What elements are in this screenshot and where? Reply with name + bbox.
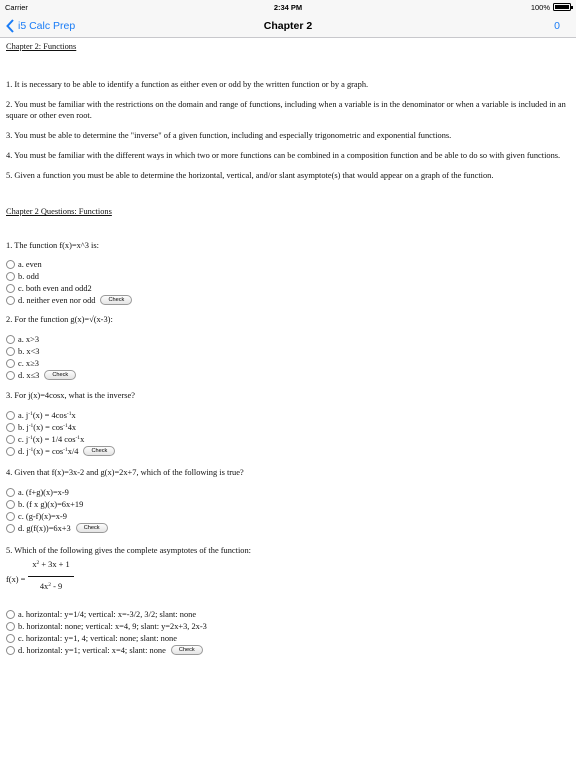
option-label: b. j-1(x) = cos-14x — [18, 422, 77, 432]
q4-option-d: d. g(f(x))=6x+3 Check — [6, 522, 566, 534]
battery-percent: 100% — [530, 3, 550, 12]
q5-option-a: a. horizontal: y=1/4; vertical: x=-3/2, … — [6, 608, 566, 620]
option-label: a. even — [18, 259, 42, 269]
chapter-heading: Chapter 2: Functions — [6, 42, 77, 51]
radio-button[interactable] — [6, 645, 15, 655]
q3-option-a: a. j-1(x) = 4cos-1x — [6, 409, 566, 421]
objective-3: 3. You must be able to determine the "in… — [6, 131, 452, 140]
question-2-text: 2. For the function g(x)=√(x-3): — [6, 315, 113, 324]
q4-option-a: a. (f+g)(x)=x-9 — [6, 486, 566, 498]
q1-option-c: c. both even and odd2 — [6, 282, 566, 294]
option-label: d. horizontal: y=1; vertical: x=4; slant… — [18, 645, 166, 655]
back-button[interactable]: i5 Calc Prep — [6, 17, 75, 35]
q4-option-c: c. (g-f)(x)=x-9 — [6, 510, 566, 522]
option-label: a. x>3 — [18, 334, 40, 344]
chevron-left-icon — [6, 19, 14, 33]
q5-option-c: c. horizontal: y=1, 4; vertical: none; s… — [6, 632, 566, 644]
q4-check-button[interactable]: Check — [75, 523, 108, 533]
q1-option-d: d. neither even nor odd Check — [6, 294, 566, 306]
back-button-label: i5 Calc Prep — [18, 20, 76, 32]
q1-option-a: a. even — [6, 258, 566, 270]
option-label: a. j-1(x) = 4cos-1x — [18, 410, 76, 420]
battery-icon — [553, 3, 573, 11]
question-5-options: a. horizontal: y=1/4; vertical: x=-3/2, … — [6, 608, 566, 656]
option-label: c. horizontal: y=1, 4; vertical: none; s… — [18, 633, 177, 643]
question-4-options: a. (f+g)(x)=x-9 b. (f x g)(x)=6x+19 c. (… — [6, 486, 566, 534]
function-lhs: f(x) = — [6, 575, 26, 584]
question-3-options: a. j-1(x) = 4cos-1x b. j-1(x) = cos-14x … — [6, 409, 566, 457]
question-3-text: 3. For j(x)=4cosx, what is the inverse? — [6, 391, 135, 400]
radio-button[interactable] — [6, 370, 15, 380]
option-label: b. (f x g)(x)=6x+19 — [18, 499, 84, 509]
question-4-text: 4. Given that f(x)=3x-2 and g(x)=2x+7, w… — [6, 468, 244, 477]
question-2-options: a. x>3 b. x<3 c. x≥3 d. x≤3 Check — [6, 333, 566, 381]
option-label: c. j-1(x) = 1/4 cos-1x — [18, 434, 85, 444]
q2-option-d: d. x≤3 Check — [6, 369, 566, 381]
radio-button[interactable] — [6, 346, 15, 356]
page-title: Chapter 2 — [263, 20, 313, 32]
clock: 2:34 PM — [273, 3, 303, 12]
option-label: a. horizontal: y=1/4; vertical: x=-3/2, … — [18, 609, 197, 619]
q2-option-b: b. x<3 — [6, 345, 566, 357]
radio-button[interactable] — [6, 422, 15, 432]
radio-button[interactable] — [6, 523, 15, 533]
questions-heading: Chapter 2 Questions: Functions — [6, 207, 112, 216]
q3-option-b: b. j-1(x) = cos-14x — [6, 421, 566, 433]
option-label: d. g(f(x))=6x+3 — [18, 523, 71, 533]
option-label: a. (f+g)(x)=x-9 — [18, 487, 69, 497]
fraction-bar — [28, 576, 74, 577]
radio-button[interactable] — [6, 446, 15, 456]
radio-button[interactable] — [6, 434, 15, 444]
score-count[interactable]: 0 — [554, 20, 560, 32]
option-label: c. both even and odd2 — [18, 283, 92, 293]
radio-button[interactable] — [6, 334, 15, 344]
option-label: b. odd — [18, 271, 39, 281]
option-label: d. j-1(x) = cos-1x/4 — [18, 446, 79, 456]
radio-button[interactable] — [6, 511, 15, 521]
q2-option-a: a. x>3 — [6, 333, 566, 345]
objective-4: 4. You must be familiar with the differe… — [6, 151, 561, 160]
question-1-options: a. even b. odd c. both even and odd2 d. … — [6, 258, 566, 306]
question-5-text: 5. Which of the following gives the comp… — [6, 546, 251, 555]
radio-button[interactable] — [6, 621, 15, 631]
q1-check-button[interactable]: Check — [100, 295, 133, 305]
q5-option-d: d. horizontal: y=1; vertical: x=4; slant… — [6, 644, 566, 656]
q3-check-button[interactable]: Check — [83, 446, 116, 456]
objective-2: 2. You must be familiar with the restric… — [6, 100, 566, 120]
option-label: b. horizontal: none; vertical: x=4, 9; s… — [18, 621, 207, 631]
radio-button[interactable] — [6, 410, 15, 420]
fraction-numerator: x2 + 3x + 1 — [32, 560, 70, 569]
option-label: b. x<3 — [18, 346, 40, 356]
radio-button[interactable] — [6, 499, 15, 509]
radio-button[interactable] — [6, 271, 15, 281]
q2-check-button[interactable]: Check — [44, 370, 77, 380]
objective-5: 5. Given a function you must be able to … — [6, 171, 494, 180]
question-1-text: 1. The function f(x)=x^3 is: — [6, 241, 99, 250]
radio-button[interactable] — [6, 633, 15, 643]
radio-button[interactable] — [6, 283, 15, 293]
chapter-content: Chapter 2: Functions 1. It is necessary … — [6, 38, 566, 656]
fraction-denominator: 4x2 - 9 — [39, 582, 63, 591]
q2-option-c: c. x≥3 — [6, 357, 566, 369]
radio-button[interactable] — [6, 487, 15, 497]
option-label: d. neither even nor odd — [18, 295, 96, 305]
radio-button[interactable] — [6, 358, 15, 368]
objective-1: 1. It is necessary to be able to identif… — [6, 80, 369, 89]
status-bar: Carrier 2:34 PM 100% — [0, 0, 576, 14]
option-label: d. x≤3 — [18, 370, 40, 380]
q3-option-d: d. j-1(x) = cos-1x/4 Check — [6, 445, 566, 457]
navigation-bar: i5 Calc Prep Chapter 2 0 — [0, 14, 576, 38]
asymptote-function: f(x) = x2 + 3x + 1 4x2 - 9 — [6, 559, 566, 599]
radio-button[interactable] — [6, 295, 15, 305]
radio-button[interactable] — [6, 259, 15, 269]
q1-option-b: b. odd — [6, 270, 566, 282]
option-label: c. x≥3 — [18, 358, 39, 368]
q5-option-b: b. horizontal: none; vertical: x=4, 9; s… — [6, 620, 566, 632]
q4-option-b: b. (f x g)(x)=6x+19 — [6, 498, 566, 510]
q3-option-c: c. j-1(x) = 1/4 cos-1x — [6, 433, 566, 445]
q5-check-button[interactable]: Check — [170, 645, 203, 655]
option-label: c. (g-f)(x)=x-9 — [18, 511, 67, 521]
radio-button[interactable] — [6, 609, 15, 619]
